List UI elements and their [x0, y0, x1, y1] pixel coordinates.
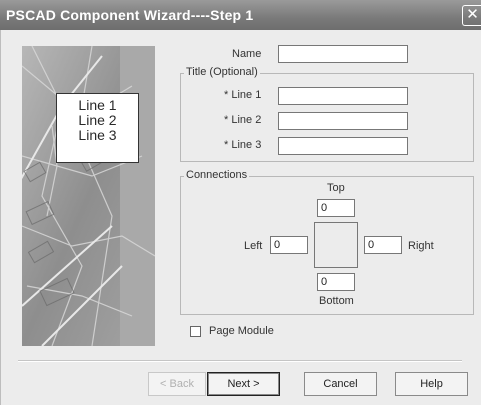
- line3-label: * Line 3: [224, 139, 262, 151]
- cancel-button[interactable]: Cancel: [304, 372, 377, 396]
- line2-input[interactable]: [278, 112, 408, 130]
- component-outline-preview: [314, 222, 358, 268]
- bottom-label: Bottom: [319, 295, 354, 307]
- bottom-connection-input[interactable]: 0: [317, 273, 355, 291]
- wizard-window: PSCAD Component Wizard----Step 1 ✕ Line …: [0, 0, 481, 405]
- left-label: Left: [244, 240, 263, 252]
- line2-label: * Line 2: [224, 114, 262, 126]
- left-connection-input[interactable]: 0: [270, 236, 308, 254]
- preview-line-3: Line 3: [78, 127, 117, 143]
- title-group-label: Title (Optional): [184, 66, 260, 78]
- top-connection-input[interactable]: 0: [317, 199, 355, 217]
- preview-line-1: Line 1: [78, 97, 117, 113]
- page-module-label[interactable]: Page Module: [209, 325, 274, 337]
- line3-input[interactable]: [278, 137, 408, 155]
- wizard-banner-image: Line 1 Line 2 Line 3: [22, 46, 155, 346]
- power-grid-illustration: [22, 46, 155, 346]
- preview-line-2: Line 2: [78, 112, 117, 128]
- window-title: PSCAD Component Wizard----Step 1: [6, 7, 254, 23]
- line1-input[interactable]: [278, 87, 408, 105]
- name-label: Name: [232, 48, 262, 60]
- page-module-checkbox[interactable]: [190, 326, 201, 337]
- line1-label: * Line 1: [224, 89, 262, 101]
- close-icon[interactable]: ✕: [462, 5, 481, 26]
- title-bar[interactable]: PSCAD Component Wizard----Step 1 ✕: [0, 0, 481, 31]
- help-button[interactable]: Help: [395, 372, 468, 396]
- next-button[interactable]: Next >: [207, 372, 280, 396]
- back-button[interactable]: < Back: [148, 372, 206, 396]
- button-separator: [18, 360, 462, 362]
- connections-group-label: Connections: [184, 169, 250, 181]
- right-label: Right: [408, 240, 434, 252]
- name-input[interactable]: [278, 45, 408, 63]
- right-connection-input[interactable]: 0: [364, 236, 402, 254]
- top-label: Top: [327, 182, 345, 194]
- title-preview-box: Line 1 Line 2 Line 3: [56, 93, 139, 163]
